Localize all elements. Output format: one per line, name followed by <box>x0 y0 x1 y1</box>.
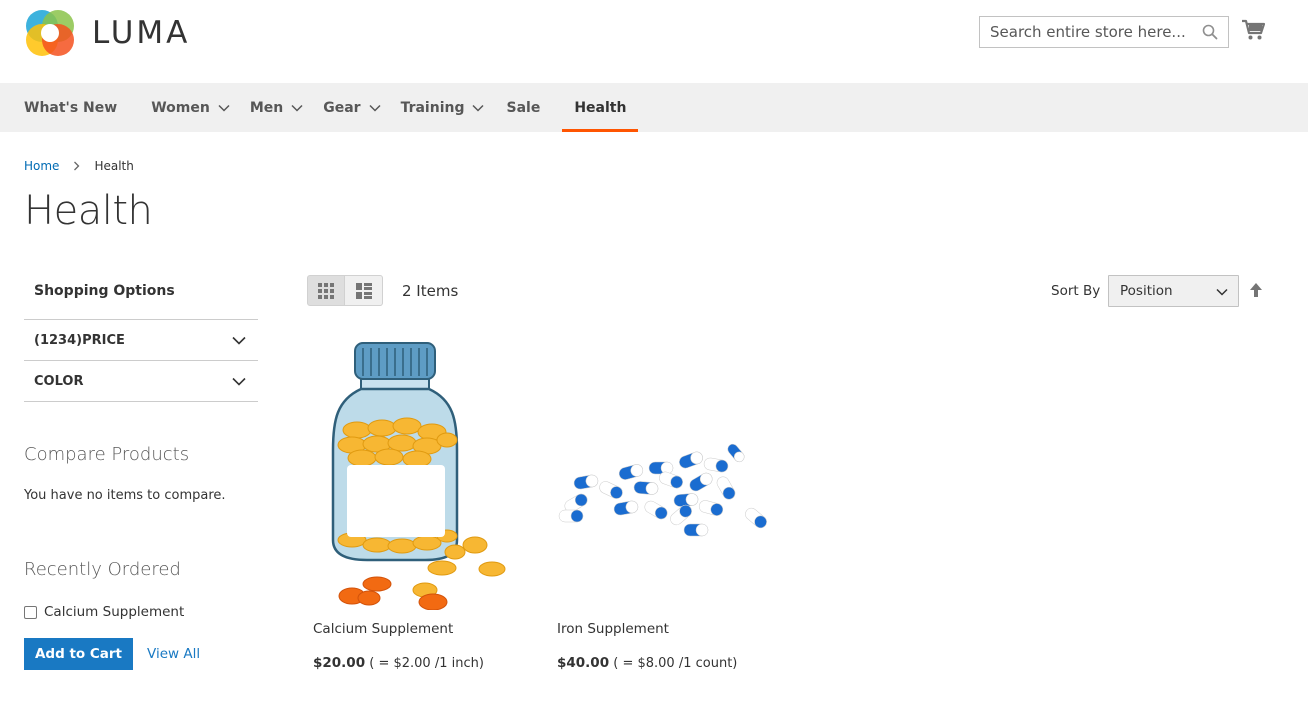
search-icon[interactable] <box>1202 24 1218 40</box>
grid-icon <box>318 282 334 299</box>
chevron-down-icon <box>472 104 485 112</box>
search-box[interactable] <box>979 16 1229 48</box>
luma-logo-text: LUMA <box>92 15 191 51</box>
chevron-down-icon <box>232 377 246 386</box>
nav-item-women[interactable]: Women <box>151 83 230 132</box>
sort-by-select[interactable]: Position <box>1108 275 1239 307</box>
filter-divider <box>24 401 258 402</box>
filter-label: (1234)PRICE <box>34 332 125 348</box>
breadcrumb-home-link[interactable]: Home <box>24 159 59 173</box>
nav-item-men[interactable]: Men <box>250 83 303 132</box>
filter-label: COLOR <box>34 373 84 389</box>
nav-item-label: What's New <box>24 99 118 116</box>
recently-ordered-item-name: Calcium Supplement <box>44 604 185 620</box>
luma-logo-icon <box>24 8 76 58</box>
filter-color[interactable]: COLOR <box>24 360 258 401</box>
product-item: Calcium Supplement $20.00 ( = $2.00 /1 i… <box>307 340 537 671</box>
chevron-down-icon <box>369 104 381 112</box>
sort-by-label: Sort By <box>1051 283 1101 299</box>
shopping-options-title: Shopping Options <box>34 283 175 299</box>
nav-item-whats-new[interactable]: What's New <box>24 83 117 132</box>
page-title: Health <box>24 188 153 234</box>
nav-item-label: Training <box>400 99 465 116</box>
product-item: Iron Supplement $40.00 ( = $8.00 /1 coun… <box>551 340 781 671</box>
chevron-down-icon <box>232 336 246 345</box>
chevron-down-icon <box>1216 288 1228 296</box>
iron-capsules-image <box>558 443 767 537</box>
product-price-line: $40.00 ( = $8.00 /1 count) <box>557 655 737 671</box>
product-name-calcium[interactable]: Calcium Supplement <box>313 621 453 637</box>
chevron-down-icon <box>218 104 230 112</box>
chevron-down-icon <box>291 104 303 112</box>
luma-logo[interactable]: LUMA <box>24 8 190 58</box>
product-image-calcium[interactable] <box>307 340 517 611</box>
sort-by-value: Position <box>1120 283 1173 299</box>
product-price: $40.00 <box>557 655 610 671</box>
product-price-line: $20.00 ( = $2.00 /1 inch) <box>313 655 484 671</box>
items-count: 2 Items <box>402 282 459 300</box>
nav-item-health[interactable]: Health <box>562 83 639 132</box>
main-navigation: What's New Women Men Gear Training Sale … <box>0 83 1308 132</box>
calcium-bottle-image <box>331 342 506 611</box>
list-view-button[interactable] <box>345 275 383 306</box>
nav-item-sale[interactable]: Sale <box>506 83 540 132</box>
filter-price[interactable]: (1234)PRICE <box>24 319 258 360</box>
product-name-iron[interactable]: Iron Supplement <box>557 621 669 637</box>
chevron-right-icon <box>74 161 80 171</box>
recently-ordered-checkbox[interactable] <box>24 605 37 619</box>
view-mode-switcher <box>307 275 383 306</box>
product-unit-price: ( = $8.00 /1 count) <box>613 656 738 671</box>
compare-products-title: Compare Products <box>24 444 190 465</box>
product-image-iron[interactable] <box>551 340 767 610</box>
nav-item-label: Sale <box>506 99 541 116</box>
breadcrumb: Home Health <box>24 159 134 173</box>
search-input[interactable] <box>990 23 1190 41</box>
list-icon <box>355 282 372 299</box>
nav-item-gear[interactable]: Gear <box>323 83 381 132</box>
recently-ordered-title: Recently Ordered <box>24 559 181 580</box>
nav-item-label: Health <box>574 99 627 116</box>
compare-empty-message: You have no items to compare. <box>24 488 226 503</box>
nav-item-label: Women <box>151 99 210 116</box>
view-all-link[interactable]: View All <box>147 646 200 662</box>
nav-item-label: Men <box>249 99 284 116</box>
grid-view-button[interactable] <box>307 275 345 306</box>
breadcrumb-current: Health <box>94 159 134 173</box>
product-price: $20.00 <box>313 655 366 671</box>
sort-direction-arrow-icon[interactable] <box>1249 282 1263 298</box>
cart-icon[interactable] <box>1241 19 1265 41</box>
nav-item-label: Gear <box>323 99 361 116</box>
nav-item-training[interactable]: Training <box>401 83 485 132</box>
product-unit-price: ( = $2.00 /1 inch) <box>369 656 484 671</box>
add-to-cart-button[interactable]: Add to Cart <box>24 638 133 670</box>
recently-ordered-item: Calcium Supplement <box>24 604 184 620</box>
